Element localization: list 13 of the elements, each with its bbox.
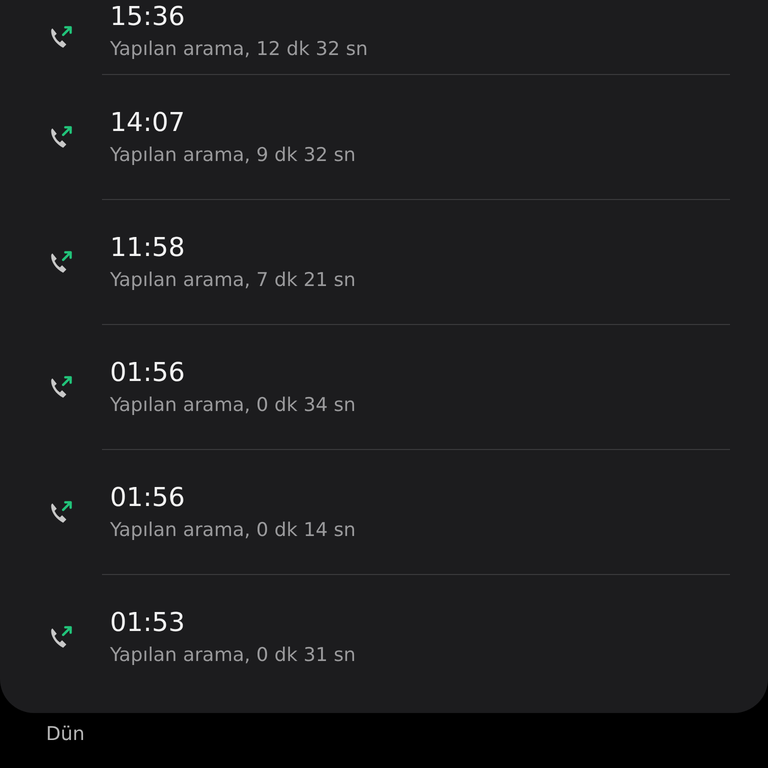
call-detail: Yapılan arama, 0 dk 14 sn — [110, 519, 356, 541]
call-time[interactable]: 11:58 — [110, 233, 356, 263]
call-time[interactable]: 15:36 — [110, 2, 368, 32]
call-time[interactable]: 01:56 — [110, 358, 356, 388]
call-time[interactable]: 01:53 — [110, 608, 356, 638]
call-detail: Yapılan arama, 7 dk 21 sn — [110, 269, 356, 291]
call-detail: Yapılan arama, 0 dk 34 sn — [110, 394, 356, 416]
call-detail: Yapılan arama, 0 dk 31 sn — [110, 644, 356, 666]
call-detail: Yapılan arama, 9 dk 32 sn — [110, 144, 356, 166]
call-time[interactable]: 01:56 — [110, 483, 356, 513]
section-header: Dün — [46, 723, 86, 745]
call-time[interactable]: 14:07 — [110, 108, 356, 138]
call-detail: Yapılan arama, 12 dk 32 sn — [110, 38, 368, 60]
